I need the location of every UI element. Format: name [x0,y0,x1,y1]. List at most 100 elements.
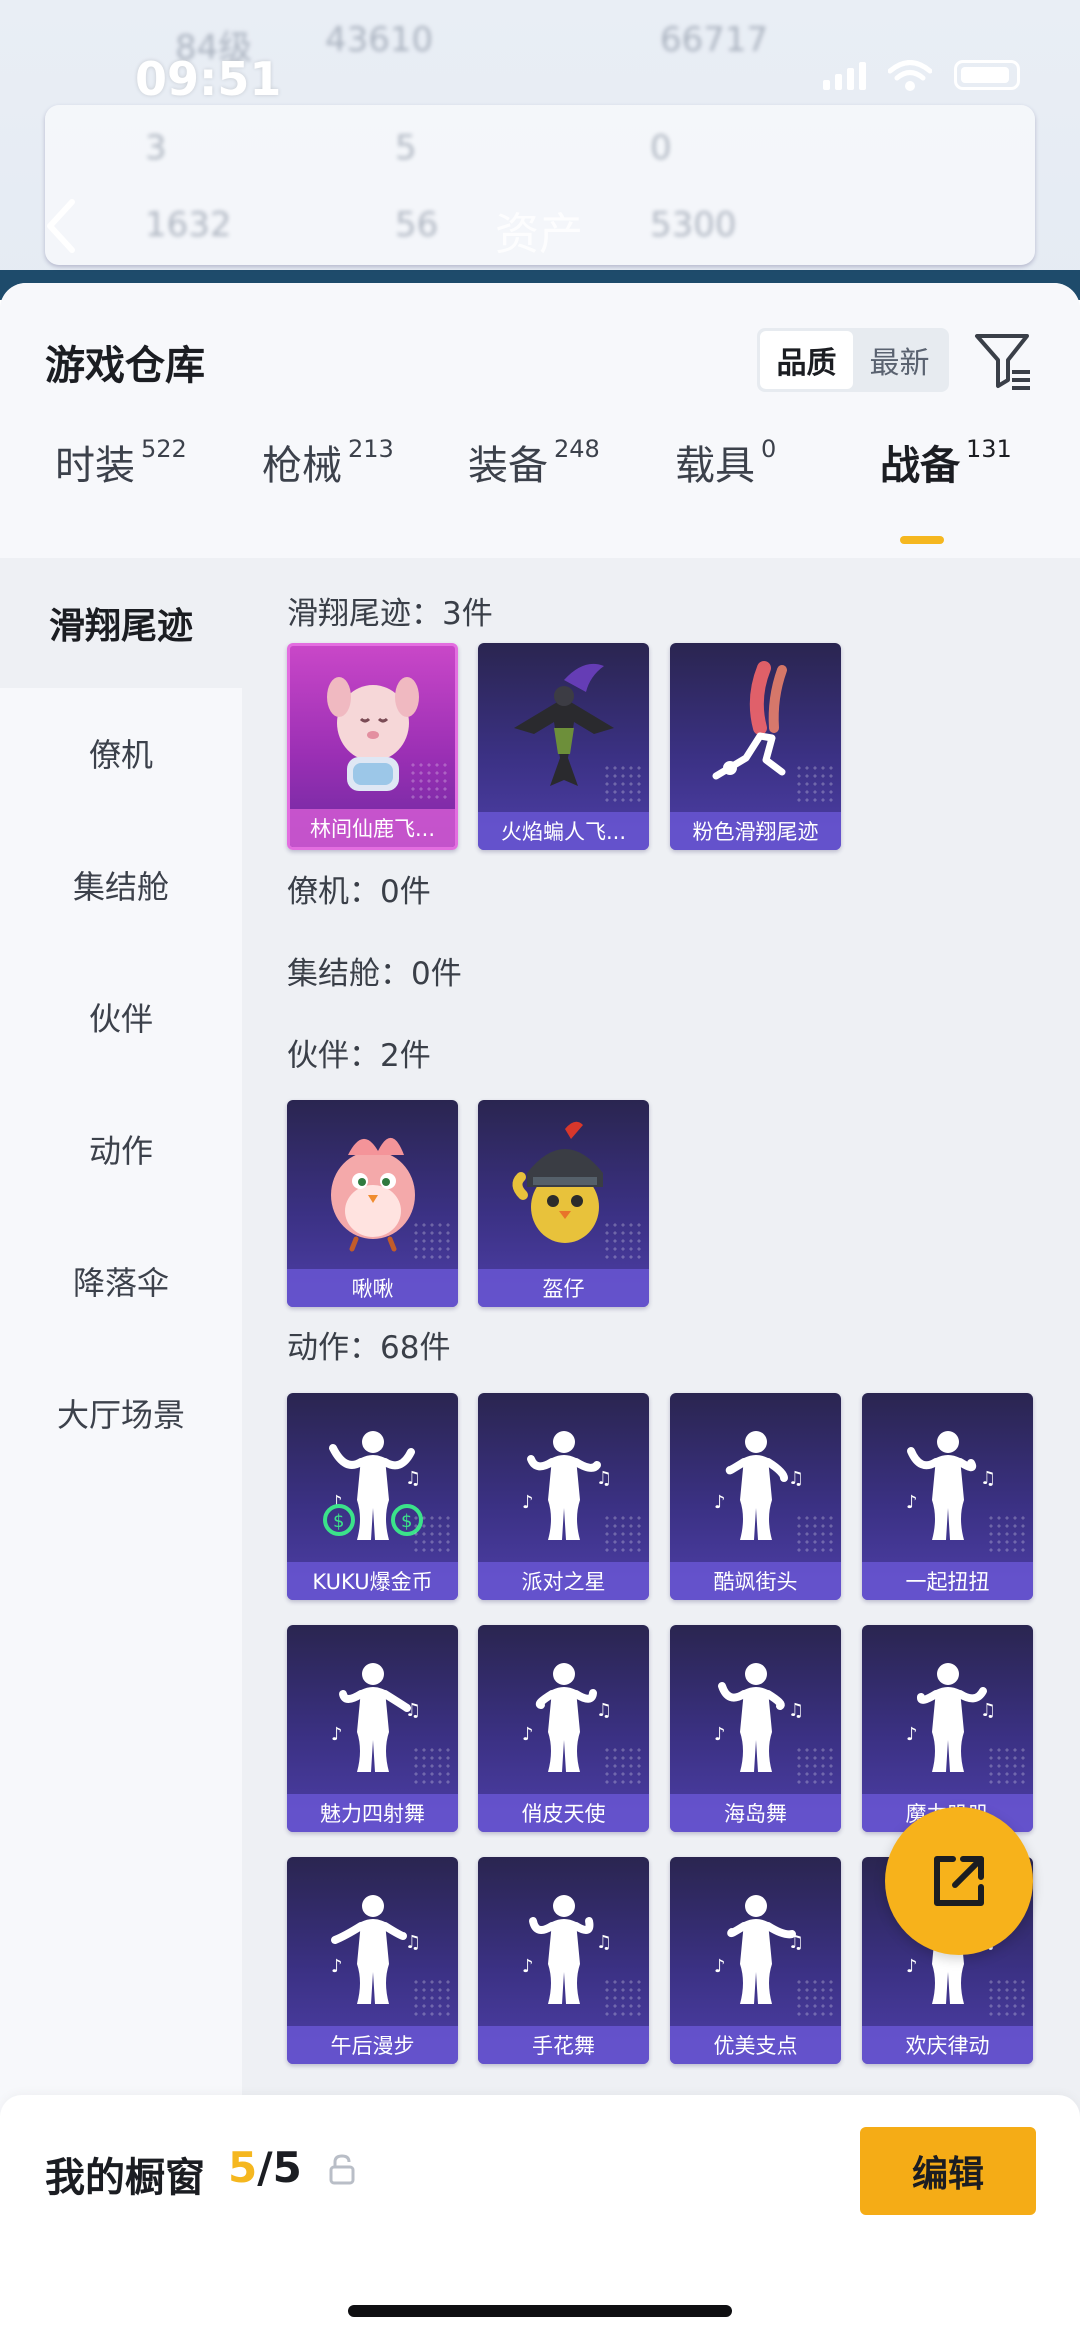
sort-option-quality[interactable]: 品质 [760,331,853,389]
item-name: KUKU爆金币 [287,1562,458,1600]
item-name: 火焰蝙人飞... [478,812,649,850]
item-card[interactable]: 粉色滑翔尾迹 [670,643,841,850]
item-name: 林间仙鹿飞... [290,809,455,847]
blurred-stat: 3 [145,128,167,168]
item-card[interactable]: ♪ ♫ 派对之星 [478,1393,649,1600]
svg-text:♪: ♪ [331,1492,343,1513]
sheet-header: 游戏仓库 品质 最新 时装 522 枪械 213 装备 248 载具 0 战备 … [0,283,1080,558]
sidebar-item-assembly-pod[interactable]: 集结舱 [0,820,242,950]
item-card[interactable]: 啾啾 [287,1100,458,1307]
svg-text:♫: ♫ [405,1700,421,1721]
tab-fashion[interactable]: 时装 522 [55,433,187,528]
svg-text:♫: ♫ [788,1700,804,1721]
item-card[interactable]: ♪ ♫ 海岛舞 [670,1625,841,1832]
card-pattern [412,1746,452,1786]
svg-text:♪: ♪ [522,1492,534,1513]
sidebar-item-lobby-scene[interactable]: 大厅场景 [0,1348,242,1478]
item-card[interactable]: 火焰蝙人飞... [478,643,649,850]
svg-text:$: $ [401,1511,412,1532]
section-title-companion: 伙伴：2件 [287,1038,431,1074]
items-content: 滑翔尾迹：3件 林间仙鹿飞... 火焰蝙人飞... 粉色滑翔尾迹 僚机：0件 集… [242,558,1080,2341]
blurred-stat: 66717 [660,20,769,60]
card-pattern [795,1514,835,1554]
svg-text:♪: ♪ [331,1956,343,1977]
page-title: 资产 [495,209,583,260]
subcategory-sidebar: 滑翔尾迹 僚机 集结舱 伙伴 动作 降落伞 大厅场景 [0,558,242,2341]
sidebar-item-emote[interactable]: 动作 [0,1084,242,1214]
filter-icon[interactable] [972,328,1034,392]
item-name: 魅力四射舞 [287,1794,458,1832]
item-card[interactable]: ♪ ♫ 优美支点 [670,1857,841,2064]
showcase-count: 5/5 [228,2143,302,2192]
sidebar-item-parachute[interactable]: 降落伞 [0,1216,242,1346]
item-card[interactable]: ♪ ♫ 一起扭扭 [862,1393,1033,1600]
showcase-label: 我的橱窗 [45,2155,205,2201]
battery-icon [954,60,1020,90]
svg-text:♪: ♪ [714,1492,726,1513]
sidebar-item-wingman[interactable]: 僚机 [0,688,242,818]
item-card[interactable]: ♪ ♫ 手花舞 [478,1857,649,2064]
card-pattern [603,764,643,804]
tab-vehicles[interactable]: 载具 0 [675,433,776,528]
back-arrow-icon[interactable] [42,196,82,256]
tab-label: 装备 [468,443,548,489]
item-name: 粉色滑翔尾迹 [670,812,841,850]
status-icons [823,60,1020,91]
item-card[interactable]: ♪ ♫ 酷飒街头 [670,1393,841,1600]
sidebar-item-companion[interactable]: 伙伴 [0,952,242,1082]
svg-text:♫: ♫ [596,1468,612,1489]
tab-battle-prep[interactable]: 战备 131 [880,433,1012,528]
sidebar-item-glide-trail[interactable]: 滑翔尾迹 [0,558,242,688]
edit-button[interactable]: 编辑 [860,2127,1036,2215]
blurred-stat: 1632 [145,205,232,245]
section-title-assembly-pod: 集结舱：0件 [287,956,462,992]
item-card[interactable]: ♪ ♫ 午后漫步 [287,1857,458,2064]
svg-text:♫: ♫ [980,1700,996,1721]
tab-count: 0 [761,435,777,463]
sort-option-newest[interactable]: 最新 [853,331,946,389]
item-name: 啾啾 [287,1269,458,1307]
card-pattern [603,1221,643,1261]
active-tab-indicator [900,536,944,544]
card-pattern [987,1978,1027,2018]
section-title-emote: 动作：68件 [287,1330,451,1366]
share-icon [934,1856,984,1906]
tab-weapons[interactable]: 枪械 213 [262,433,394,528]
tab-label: 枪械 [262,443,342,489]
item-name: 派对之星 [478,1562,649,1600]
card-pattern [412,1221,452,1261]
card-pattern [795,764,835,804]
item-name: 酷飒街头 [670,1562,841,1600]
svg-text:$: $ [333,1511,344,1532]
showcase-count-total: /5 [257,2143,302,2192]
wifi-icon [887,60,933,91]
tab-label: 载具 [675,443,755,489]
svg-text:♫: ♫ [788,1932,804,1953]
svg-text:♫: ♫ [980,1468,996,1489]
item-card[interactable]: ♪ ♫ 魅力四射舞 [287,1625,458,1832]
category-tabs: 时装 522 枪械 213 装备 248 载具 0 战备 131 [0,433,1080,528]
signal-icon [823,60,866,90]
share-button[interactable] [885,1807,1033,1955]
background-header: 84级 43610 66717 3 5 0 1632 56 5300 资产 09… [0,0,1080,300]
sort-toggle: 品质 最新 [757,328,949,392]
home-indicator [348,2305,732,2317]
tab-equipment[interactable]: 装备 248 [468,433,600,528]
item-name: 一起扭扭 [862,1562,1033,1600]
item-card[interactable]: ♪ ♫ $ $ KUKU爆金币 [287,1393,458,1600]
item-card[interactable]: 盔仔 [478,1100,649,1307]
warehouse-sheet: 游戏仓库 品质 最新 时装 522 枪械 213 装备 248 载具 0 战备 … [0,283,1080,2341]
card-pattern [795,1978,835,2018]
item-card[interactable]: ♪ ♫ 俏皮天使 [478,1625,649,1832]
item-card[interactable]: ♪♫魔力叽叽 [862,1625,1033,1832]
tab-count: 131 [966,435,1012,463]
section-title-wingman: 僚机：0件 [287,874,431,910]
card-pattern [412,1978,452,2018]
card-pattern [987,1514,1027,1554]
svg-text:♫: ♫ [596,1932,612,1953]
item-name: 海岛舞 [670,1794,841,1832]
blurred-stat: 0 [650,128,672,168]
item-card[interactable]: 林间仙鹿飞... [287,643,458,850]
item-name: 盔仔 [478,1269,649,1307]
blurred-stat: 43610 [325,20,434,60]
